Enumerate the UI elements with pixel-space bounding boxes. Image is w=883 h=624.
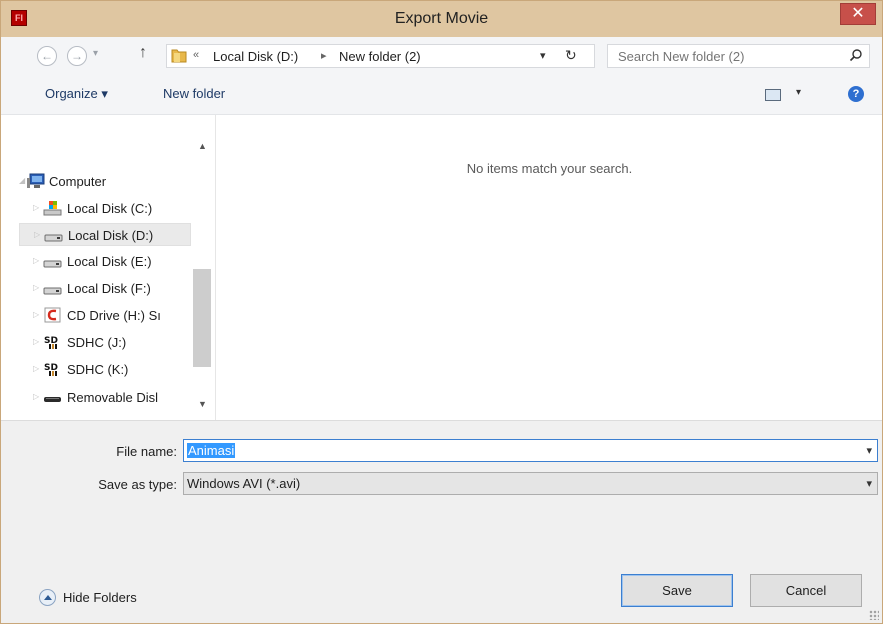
- save-as-type-label: Save as type:: [98, 477, 177, 492]
- tree-item-local-disk-d[interactable]: ▷ Local Disk (D:): [19, 223, 191, 246]
- collapse-up-icon: [39, 589, 56, 606]
- tree-item-label: SDHC (K:): [67, 362, 129, 377]
- tree-expander[interactable]: ▷: [33, 310, 39, 319]
- view-options-icon[interactable]: [765, 89, 781, 101]
- tree-expander[interactable]: ▷: [33, 256, 39, 265]
- resize-grip-icon[interactable]: [869, 610, 879, 620]
- tree-item-label: Local Disk (C:): [67, 201, 153, 216]
- removable-drive-icon: [44, 397, 61, 402]
- tree-item-label: Computer: [49, 174, 107, 189]
- address-dropdown-icon[interactable]: ▾: [540, 49, 546, 62]
- nav-scrollbar[interactable]: ▲ ▼: [193, 115, 211, 420]
- tree-item-local-disk-f[interactable]: ▷ Local Disk (F:): [19, 277, 191, 300]
- sd-card-icon: SD: [44, 363, 58, 376]
- sd-card-icon: SD: [44, 336, 58, 349]
- save-as-type-value: Windows AVI (*.avi): [187, 476, 301, 491]
- system-drive-icon: [43, 201, 62, 216]
- cd-drive-icon: [44, 307, 61, 323]
- tree-item-label: Local Disk (E:): [67, 254, 152, 269]
- forward-button[interactable]: →: [67, 46, 87, 66]
- tree-item-local-disk-e[interactable]: ▷ Local Disk (E:): [19, 250, 191, 273]
- window-title: Export Movie: [394, 10, 489, 27]
- export-movie-dialog: Fl Export Movie ✕ ← → ▾ ↑ « Local Disk (…: [0, 0, 883, 624]
- file-name-label: File name:: [116, 444, 177, 459]
- back-button[interactable]: ←: [37, 46, 57, 66]
- refresh-icon[interactable]: ↻: [565, 47, 577, 64]
- view-options-dropdown[interactable]: ▾: [796, 87, 801, 98]
- search-input[interactable]: [618, 48, 838, 65]
- cancel-button[interactable]: Cancel: [750, 574, 862, 607]
- address-row: ← → ▾ ↑ « Local Disk (D:) ▸ New folder (…: [1, 37, 882, 75]
- tree-expander[interactable]: ▷: [33, 203, 39, 212]
- new-folder-button[interactable]: New folder: [163, 86, 225, 101]
- up-folder-button[interactable]: ↑: [139, 44, 147, 62]
- scroll-up-arrow-icon[interactable]: ▲: [198, 141, 207, 151]
- tree-item-label: Local Disk (F:): [67, 281, 151, 296]
- tree-item-label: Removable Disl: [67, 390, 159, 405]
- drive-icon: [44, 234, 63, 242]
- file-name-dropdown-icon[interactable]: ▾: [866, 444, 872, 457]
- save-options-panel: File name: Animasi ▾ Save as type: Windo…: [1, 420, 882, 623]
- hide-folders-button[interactable]: Hide Folders: [39, 587, 169, 609]
- breadcrumb-local-disk-d[interactable]: Local Disk (D:): [213, 49, 298, 64]
- recent-locations-dropdown[interactable]: ▾: [93, 48, 98, 59]
- breadcrumb-overflow[interactable]: «: [193, 49, 199, 61]
- tree-expander[interactable]: ▷: [33, 283, 39, 292]
- command-toolbar: Organize ▾ New folder ▾ ?: [1, 75, 882, 115]
- tree-item-computer[interactable]: ◢ Computer: [19, 170, 191, 193]
- tree-item-label: SDHC (J:): [67, 335, 127, 350]
- tree-expander[interactable]: ◢: [19, 176, 25, 185]
- save-as-type-dropdown-icon[interactable]: ▾: [866, 477, 872, 490]
- breadcrumb-separator[interactable]: ▸: [321, 49, 327, 62]
- folder-icon: [171, 49, 187, 63]
- drive-icon: [43, 287, 62, 295]
- close-button[interactable]: ✕: [840, 3, 876, 25]
- tree-expander[interactable]: ▷: [33, 392, 39, 401]
- file-name-field[interactable]: Animasi ▾: [183, 439, 878, 462]
- tree-item-sdhc-j[interactable]: ▷ SD SDHC (J:): [19, 331, 191, 354]
- address-bar[interactable]: « Local Disk (D:) ▸ New folder (2) ▾ ↻: [166, 44, 595, 68]
- tree-expander[interactable]: ▷: [33, 364, 39, 373]
- title-bar: Fl Export Movie ✕: [1, 1, 882, 37]
- navigation-pane: ◢ Computer ▷ Local Disk (C:) ▷ Local Dis…: [1, 115, 216, 420]
- file-list-view[interactable]: No items match your search.: [217, 115, 882, 420]
- search-box[interactable]: [607, 44, 870, 68]
- tree-item-label: Local Disk (D:): [68, 228, 154, 243]
- drive-icon: [43, 260, 62, 268]
- tree-item-sdhc-k[interactable]: ▷ SD SDHC (K:): [19, 358, 191, 381]
- hide-folders-label: Hide Folders: [63, 590, 137, 605]
- tree-expander[interactable]: ▷: [33, 337, 39, 346]
- tree-item-cd-drive-h[interactable]: ▷ CD Drive (H:) Sı: [19, 304, 191, 327]
- breadcrumb-new-folder-2[interactable]: New folder (2): [339, 49, 421, 64]
- tree-item-label: CD Drive (H:) Sı: [67, 308, 161, 323]
- search-icon[interactable]: [849, 48, 863, 62]
- tree-item-removable-disk[interactable]: ▷ Removable Disl: [19, 386, 191, 409]
- scroll-down-arrow-icon[interactable]: ▼: [198, 399, 207, 409]
- save-as-type-select[interactable]: Windows AVI (*.avi) ▾: [183, 472, 878, 495]
- save-button[interactable]: Save: [621, 574, 733, 607]
- help-icon[interactable]: ?: [848, 86, 864, 102]
- empty-results-message: No items match your search.: [466, 161, 633, 176]
- tree-expander[interactable]: ▷: [34, 230, 40, 239]
- organize-menu-button[interactable]: Organize ▾: [45, 86, 108, 102]
- computer-icon: [27, 173, 45, 188]
- tree-item-local-disk-c[interactable]: ▷ Local Disk (C:): [19, 197, 191, 220]
- scroll-thumb[interactable]: [193, 269, 211, 367]
- file-name-value[interactable]: Animasi: [187, 443, 236, 458]
